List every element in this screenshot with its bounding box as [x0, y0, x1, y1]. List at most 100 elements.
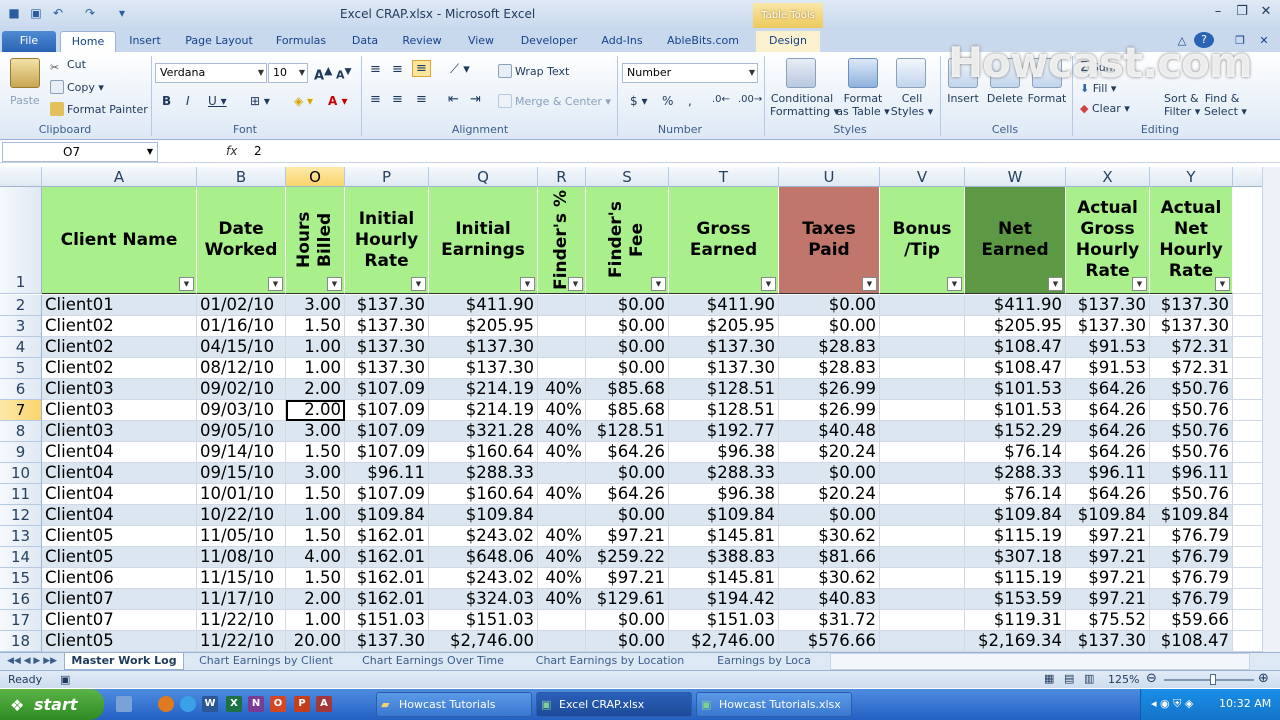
- table-cell[interactable]: [538, 631, 586, 652]
- close-icon[interactable]: ✕: [1254, 3, 1278, 21]
- table-cell[interactable]: 11/22/10: [197, 610, 286, 631]
- table-cell[interactable]: $205.95: [669, 316, 779, 337]
- zoom-out-icon[interactable]: ⊖: [1146, 671, 1157, 686]
- paste-icon[interactable]: [10, 58, 40, 88]
- row-header[interactable]: 18: [0, 631, 42, 652]
- vertical-scrollbar[interactable]: [1262, 167, 1280, 652]
- taskbar-excel-crap[interactable]: ▣ Excel CRAP.xlsx: [536, 692, 692, 717]
- table-cell[interactable]: 10/22/10: [197, 505, 286, 526]
- show-desktop-icon[interactable]: [116, 696, 132, 712]
- borders-icon[interactable]: ⊞ ▾: [250, 94, 270, 108]
- table-cell[interactable]: $648.06: [429, 547, 538, 568]
- row-header[interactable]: 15: [0, 568, 42, 589]
- sheet-nav-arrows-icon[interactable]: ◀◀ ◀ ▶ ▶▶: [4, 653, 60, 670]
- table-cell[interactable]: $64.26: [586, 484, 669, 505]
- table-cell[interactable]: $388.83: [669, 547, 779, 568]
- table-cell[interactable]: 40%: [538, 442, 586, 463]
- table-cell[interactable]: 11/08/10: [197, 547, 286, 568]
- format-cells-button[interactable]: Format: [1026, 92, 1068, 105]
- table-cell[interactable]: $101.53: [965, 379, 1066, 400]
- table-cell[interactable]: 1.00: [286, 358, 345, 379]
- table-cell[interactable]: $97.21: [1066, 568, 1150, 589]
- table-cell[interactable]: $91.53: [1066, 358, 1150, 379]
- tab-data[interactable]: Data: [346, 31, 384, 52]
- table-cell[interactable]: $576.66: [779, 631, 880, 652]
- table-cell[interactable]: $107.09: [345, 400, 429, 421]
- filter-dropdown-icon[interactable]: ▼: [1215, 277, 1230, 291]
- table-cell[interactable]: $160.64: [429, 442, 538, 463]
- row-header-1[interactable]: 1: [0, 187, 42, 294]
- table-cell[interactable]: Client05: [42, 547, 197, 568]
- filter-dropdown-icon[interactable]: ▼: [268, 277, 283, 291]
- table-cell[interactable]: $76.14: [965, 484, 1066, 505]
- table-cell[interactable]: $137.30: [1066, 631, 1150, 652]
- tab-review[interactable]: Review: [398, 31, 446, 52]
- table-cell[interactable]: 40%: [538, 589, 586, 610]
- table-cell[interactable]: Client07: [42, 589, 197, 610]
- filter-dropdown-icon[interactable]: ▼: [179, 277, 194, 291]
- ie-icon[interactable]: [180, 696, 196, 712]
- customize-qat-icon[interactable]: ▾: [114, 5, 130, 21]
- worksheet-grid[interactable]: A B O P Q R S T U V W X Y 1 Client Name ▼ Date Worked ▼ Ho…: [0, 167, 1262, 652]
- filter-dropdown-icon[interactable]: ▼: [1048, 277, 1063, 291]
- wrap-text-button[interactable]: Wrap Text: [498, 64, 569, 78]
- table-cell[interactable]: $107.09: [345, 484, 429, 505]
- table-cell[interactable]: 11/22/10: [197, 631, 286, 652]
- row-header[interactable]: 12: [0, 505, 42, 526]
- sort-filter-button[interactable]: Sort & Filter ▾: [1164, 92, 1200, 118]
- table-cell[interactable]: $26.99: [779, 400, 880, 421]
- fill-color-icon[interactable]: ◈ ▾: [294, 94, 313, 108]
- table-cell[interactable]: 09/02/10: [197, 379, 286, 400]
- table-cell[interactable]: $288.33: [429, 463, 538, 484]
- table-cell[interactable]: Client03: [42, 379, 197, 400]
- table-cell[interactable]: $28.83: [779, 358, 880, 379]
- align-top-icon[interactable]: ≡: [370, 62, 381, 77]
- table-cell[interactable]: $50.76: [1150, 442, 1233, 463]
- table-cell[interactable]: 40%: [538, 526, 586, 547]
- increase-decimal-icon[interactable]: .0←: [712, 94, 730, 105]
- table-cell[interactable]: $76.79: [1150, 568, 1233, 589]
- tab-design[interactable]: Design: [756, 31, 820, 52]
- delete-cells-button[interactable]: Delete: [986, 92, 1024, 105]
- horizontal-scrollbar[interactable]: [830, 653, 1250, 670]
- table-cell[interactable]: $76.79: [1150, 547, 1233, 568]
- cell-styles-icon[interactable]: [896, 58, 926, 88]
- sheet-tab-chart-earnings-location[interactable]: Chart Earnings by Location: [526, 653, 694, 670]
- column-header-q[interactable]: Q: [429, 167, 538, 187]
- table-cell[interactable]: 2.00: [286, 379, 345, 400]
- table-cell[interactable]: 08/12/10: [197, 358, 286, 379]
- row-header[interactable]: 10: [0, 463, 42, 484]
- table-cell[interactable]: [880, 295, 965, 316]
- table-cell[interactable]: Client07: [42, 610, 197, 631]
- table-cell[interactable]: $64.26: [1066, 379, 1150, 400]
- empty-cell[interactable]: [1233, 526, 1262, 547]
- tab-developer[interactable]: Developer: [514, 31, 584, 52]
- table-cell[interactable]: $97.21: [1066, 589, 1150, 610]
- table-header-u[interactable]: Taxes Paid ▼: [779, 187, 880, 294]
- merge-center-button[interactable]: Merge & Center ▾: [498, 94, 611, 108]
- clear-button[interactable]: ◆ Clear ▾: [1080, 102, 1130, 115]
- tray-icons[interactable]: ◂ ◉ ⛨ ◈: [1151, 697, 1193, 711]
- table-cell[interactable]: $20.24: [779, 442, 880, 463]
- table-cell[interactable]: Client01: [42, 295, 197, 316]
- filter-dropdown-icon[interactable]: ▼: [947, 277, 962, 291]
- table-cell[interactable]: $129.61: [586, 589, 669, 610]
- table-cell[interactable]: $2,746.00: [669, 631, 779, 652]
- table-cell[interactable]: 40%: [538, 484, 586, 505]
- firefox-icon[interactable]: [158, 696, 174, 712]
- sheet-tab-earnings-by-location[interactable]: Earnings by Loca: [712, 653, 816, 670]
- table-cell[interactable]: [880, 631, 965, 652]
- cell-styles-button[interactable]: Cell Styles ▾: [890, 92, 934, 118]
- table-cell[interactable]: $151.03: [669, 610, 779, 631]
- table-cell[interactable]: [880, 568, 965, 589]
- align-middle-icon[interactable]: ≡: [392, 62, 403, 77]
- row-header[interactable]: 13: [0, 526, 42, 547]
- formula-input[interactable]: 2: [254, 144, 262, 158]
- currency-icon[interactable]: $ ▾: [630, 94, 647, 108]
- table-cell[interactable]: $2,169.34: [965, 631, 1066, 652]
- table-header-x[interactable]: Actual Gross Hourly Rate ▼: [1066, 187, 1150, 294]
- empty-cell[interactable]: [1233, 295, 1262, 316]
- table-cell[interactable]: 1.00: [286, 610, 345, 631]
- table-cell[interactable]: [538, 463, 586, 484]
- filter-dropdown-icon[interactable]: ▼: [411, 277, 426, 291]
